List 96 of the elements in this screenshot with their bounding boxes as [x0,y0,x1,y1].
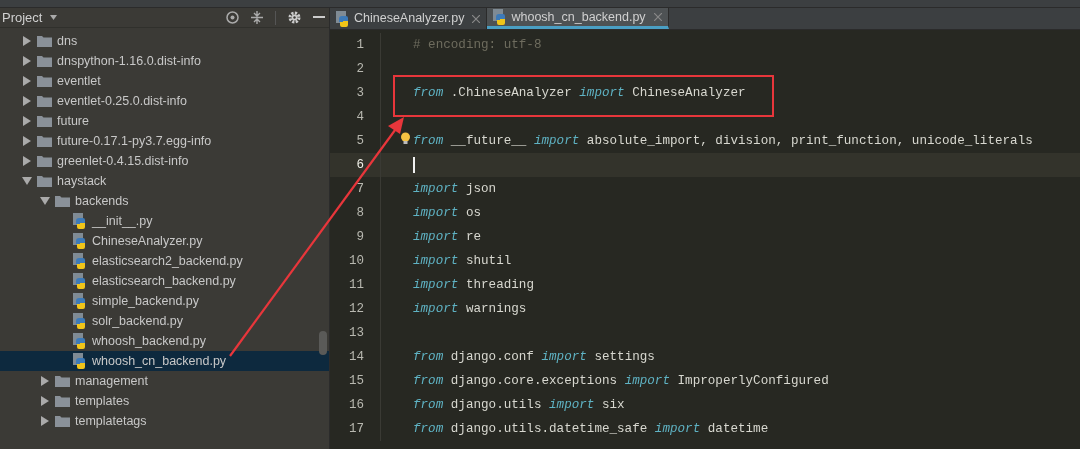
folder-name[interactable]: backends [75,191,129,211]
code-line: import os [413,204,482,222]
panel-title[interactable]: Project [2,7,43,28]
line-number: 13 [348,324,365,342]
line-number: 3 [355,84,365,102]
python-file-icon [73,353,87,369]
target-icon[interactable] [226,11,239,24]
collapsed-arrow-icon[interactable] [40,376,50,386]
line-number: 16 [348,396,365,414]
collapse-icon[interactable] [251,11,263,24]
editor-tab[interactable]: whoosh_cn_backend.py [487,8,669,29]
line-number: 17 [348,420,365,438]
collapsed-arrow-icon[interactable] [22,76,32,86]
folder-name[interactable]: dns [57,31,78,51]
collapsed-arrow-icon[interactable] [22,156,32,166]
folder-icon [37,55,52,67]
expanded-arrow-icon[interactable] [22,177,32,185]
folder-name[interactable]: management [75,371,148,391]
code-line: from .ChineseAnalyzer import ChineseAnalyzer [413,84,746,102]
folder-name[interactable]: templates [75,391,130,411]
folder-name[interactable]: future-0.17.1-py3.7.egg-info [57,131,212,151]
collapsed-arrow-icon[interactable] [22,56,32,66]
collapsed-arrow-icon[interactable] [22,136,32,146]
minimize-icon[interactable] [313,16,325,19]
folder-name[interactable]: dnspython-1.16.0.dist-info [57,51,201,71]
folder-icon [37,175,52,187]
settings-icon[interactable] [288,11,301,24]
line-number: 15 [348,372,365,390]
folder-icon [55,195,70,207]
line-number: 1 [355,36,365,54]
python-file-icon [73,233,87,249]
line-number: 8 [355,204,365,222]
code-line: from django.conf import settings [413,348,655,366]
line-number: 14 [348,348,365,366]
folder-name[interactable]: greenlet-0.4.15.dist-info [57,151,189,171]
line-number: 2 [355,60,365,78]
line-number: 10 [348,252,365,270]
code-line: import json [413,180,497,198]
scrollbar-thumb[interactable] [319,331,327,355]
code-line: import warnings [413,300,527,318]
folder-name[interactable]: eventlet [57,71,101,91]
line-number: 7 [355,180,365,198]
file-name[interactable]: simple_backend.py [92,291,199,311]
file-name[interactable]: whoosh_backend.py [92,331,206,351]
expanded-arrow-icon[interactable] [40,197,50,205]
folder-name[interactable]: templatetags [75,411,147,431]
collapsed-arrow-icon[interactable] [22,116,32,126]
code-line: from __future__ import absolute_import, division, print_function, unicode_literals [413,132,1033,150]
folder-icon [55,415,70,427]
code-line: from django.utils.datetime_safe import datetime [413,420,769,438]
file-name[interactable]: elasticsearch2_backend.py [92,251,243,271]
folder-icon [55,395,70,407]
python-file-icon [73,293,87,309]
line-number: 12 [348,300,365,318]
folder-icon [37,95,52,107]
python-file-icon [73,213,87,229]
collapsed-arrow-icon[interactable] [22,96,32,106]
python-file-icon [73,333,87,349]
code-line: from django.core.exceptions import ImproperlyConfigured [413,372,829,390]
folder-name[interactable]: haystack [57,171,107,191]
file-name[interactable]: solr_backend.py [92,311,184,331]
file-name[interactable]: whoosh_cn_backend.py [92,351,227,371]
line-number: 11 [348,276,365,294]
folder-name[interactable]: future [57,111,89,131]
collapsed-arrow-icon[interactable] [40,396,50,406]
file-name[interactable]: __init__.py [92,211,153,231]
python-file-icon [73,253,87,269]
file-name[interactable]: ChineseAnalyzer.py [92,231,203,251]
close-icon[interactable] [472,14,481,23]
collapsed-arrow-icon[interactable] [22,36,32,46]
caret-icon[interactable] [50,15,58,20]
python-file-icon [73,273,87,289]
folder-icon [37,155,52,167]
lightbulb-icon[interactable] [400,132,411,145]
line-number: 9 [355,228,365,246]
code-line: from django.utils import six [413,396,625,414]
line-number: 4 [355,108,365,126]
file-name[interactable]: elasticsearch_backend.py [92,271,236,291]
code-line: import shutil [413,252,512,270]
folder-icon [37,115,52,127]
folder-icon [55,375,70,387]
code-line: # encoding: utf-8 [413,36,542,54]
python-file-icon [73,313,87,329]
python-file-icon [493,9,508,25]
line-number: 5 [355,132,365,150]
python-file-icon [336,10,350,27]
folder-icon [37,75,52,87]
code-line: import threading [413,276,534,294]
code-line: import re [413,228,482,246]
folder-icon [37,35,52,47]
collapsed-arrow-icon[interactable] [40,416,50,426]
folder-icon [37,135,52,147]
text-cursor [413,157,415,173]
folder-name[interactable]: eventlet-0.25.0.dist-info [57,91,187,111]
selected-row[interactable]: whoosh_cn_backend.py [0,351,329,371]
line-number: 6 [355,156,365,174]
